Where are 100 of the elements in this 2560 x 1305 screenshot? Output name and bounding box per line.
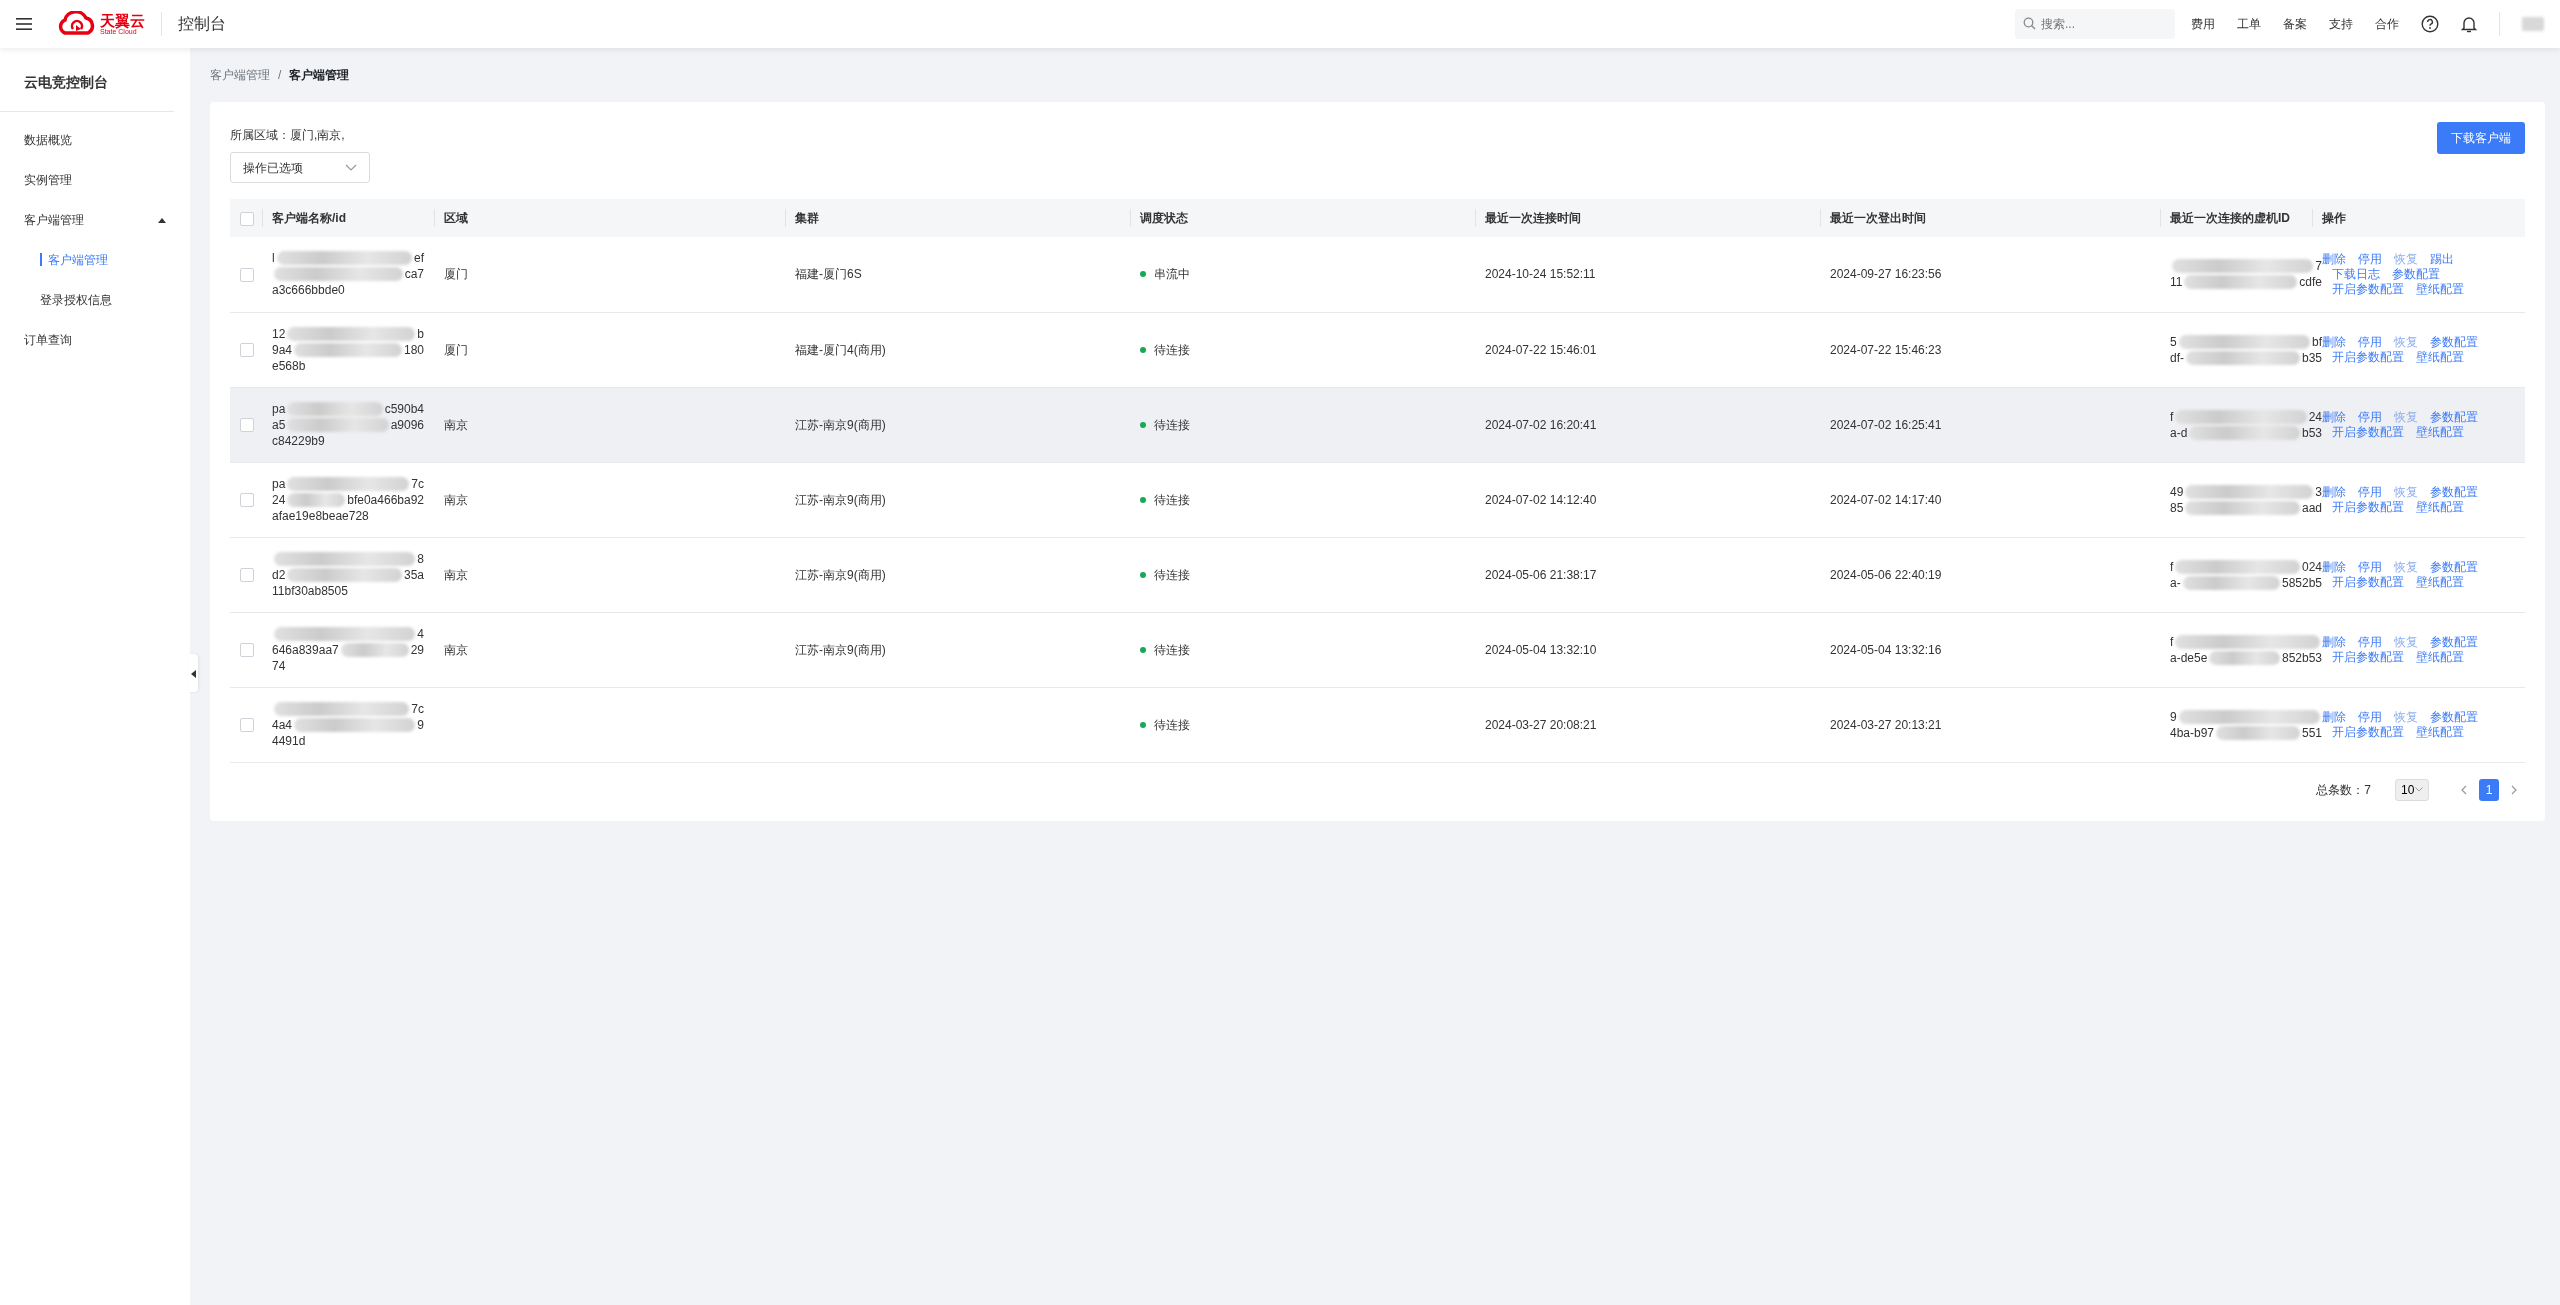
download-client-button[interactable]: 下载客户端 bbox=[2437, 122, 2525, 154]
column-header: 集群 bbox=[785, 199, 1130, 237]
table-cell: 2024-07-02 14:17:40 bbox=[1830, 492, 1942, 507]
action-link[interactable]: 删除 bbox=[2322, 559, 2346, 575]
action-link[interactable]: 停用 bbox=[2358, 334, 2382, 350]
id-text: cdfe bbox=[2299, 274, 2322, 291]
id-text: 9 bbox=[2170, 708, 2177, 725]
action-link[interactable]: 开启参数配置 bbox=[2332, 649, 2404, 665]
action-link[interactable]: 开启参数配置 bbox=[2332, 281, 2404, 297]
action-link[interactable]: 删除 bbox=[2322, 409, 2346, 425]
action-link[interactable]: 壁纸配置 bbox=[2416, 281, 2464, 297]
id-text: 24 bbox=[272, 491, 286, 508]
nav-link[interactable]: 备案 bbox=[2283, 15, 2307, 33]
redaction-mark bbox=[2522, 17, 2544, 31]
id-text: d2 bbox=[272, 566, 286, 583]
action-link[interactable]: 停用 bbox=[2358, 559, 2382, 575]
nav-link[interactable]: 支持 bbox=[2329, 15, 2353, 33]
status-text: 待连接 bbox=[1154, 716, 1190, 734]
row-checkbox[interactable] bbox=[240, 268, 254, 283]
row-checkbox[interactable] bbox=[240, 418, 254, 433]
action-link[interactable]: 壁纸配置 bbox=[2416, 424, 2464, 440]
row-checkbox[interactable] bbox=[240, 568, 254, 583]
action-link[interactable]: 开启参数配置 bbox=[2332, 424, 2404, 440]
bell-icon[interactable] bbox=[2461, 15, 2477, 33]
action-link[interactable]: 删除 bbox=[2322, 334, 2346, 350]
nav-link[interactable]: 合作 bbox=[2375, 15, 2399, 33]
sidebar-item[interactable]: 客户端管理 bbox=[0, 200, 190, 240]
id-text: a- bbox=[2170, 574, 2181, 591]
select-all-checkbox[interactable] bbox=[240, 211, 254, 226]
action-link[interactable]: 删除 bbox=[2322, 634, 2346, 650]
action-link[interactable]: 开启参数配置 bbox=[2332, 724, 2404, 740]
operation-dropdown[interactable]: 操作已选项 bbox=[230, 152, 370, 183]
action-link[interactable]: 参数配置 bbox=[2430, 409, 2478, 425]
sidebar-item[interactable]: 订单查询 bbox=[0, 320, 190, 360]
action-link[interactable]: 停用 bbox=[2358, 634, 2382, 650]
status-text: 待连接 bbox=[1154, 641, 1190, 659]
action-link[interactable]: 开启参数配置 bbox=[2332, 574, 2404, 590]
action-link[interactable]: 壁纸配置 bbox=[2416, 499, 2464, 515]
row-checkbox[interactable] bbox=[240, 343, 254, 358]
help-icon[interactable] bbox=[2421, 15, 2439, 33]
action-link[interactable]: 删除 bbox=[2322, 709, 2346, 725]
page-size-select[interactable]: 10 bbox=[2395, 778, 2429, 801]
action-link[interactable]: 壁纸配置 bbox=[2416, 724, 2464, 740]
sidebar-item[interactable]: 实例管理 bbox=[0, 160, 190, 200]
action-link[interactable]: 壁纸配置 bbox=[2416, 649, 2464, 665]
action-link[interactable]: 参数配置 bbox=[2392, 266, 2440, 282]
breadcrumb-item: 客户端管理 bbox=[289, 67, 350, 84]
action-link[interactable]: 参数配置 bbox=[2430, 709, 2478, 725]
action-link[interactable]: 壁纸配置 bbox=[2416, 574, 2464, 590]
row-checkbox[interactable] bbox=[240, 493, 254, 508]
row-checkbox[interactable] bbox=[240, 643, 254, 658]
id-text: a3c666bbde0 bbox=[272, 282, 345, 299]
table-cell: 南京 bbox=[444, 492, 468, 507]
status-text: 串流中 bbox=[1154, 266, 1190, 284]
menu-icon[interactable] bbox=[16, 17, 32, 31]
breadcrumb-item[interactable]: 客户端管理 bbox=[210, 66, 270, 84]
sidebar-item[interactable]: 登录授权信息 bbox=[0, 280, 190, 320]
action-link[interactable]: 参数配置 bbox=[2430, 559, 2478, 575]
row-checkbox[interactable] bbox=[240, 718, 254, 733]
page-button[interactable]: 1 bbox=[2479, 778, 2499, 801]
id-text: 4 bbox=[417, 625, 424, 642]
action-link[interactable]: 下载日志 bbox=[2332, 266, 2380, 282]
sidebar-title: 云电竞控制台 bbox=[0, 48, 174, 112]
action-link[interactable]: 壁纸配置 bbox=[2416, 349, 2464, 365]
action-link[interactable]: 开启参数配置 bbox=[2332, 349, 2404, 365]
id-text: ef bbox=[414, 250, 424, 267]
id-text: 3 bbox=[2315, 483, 2322, 500]
id-text: 9 bbox=[417, 716, 424, 733]
table-cell: 江苏-南京9(商用) bbox=[795, 417, 886, 432]
action-link[interactable]: 停用 bbox=[2358, 251, 2382, 267]
action-link[interactable]: 踢出 bbox=[2430, 251, 2454, 267]
id-text: f bbox=[2170, 633, 2174, 650]
table-cell: 2024-07-22 15:46:01 bbox=[1485, 342, 1597, 357]
action-link[interactable]: 删除 bbox=[2322, 251, 2346, 267]
search-field[interactable]: 搜索... bbox=[2015, 9, 2175, 39]
collapse-handle[interactable] bbox=[188, 654, 198, 692]
table-cell: 江苏-南京9(商用) bbox=[795, 492, 886, 507]
table-cell: 2024-05-06 22:40:19 bbox=[1830, 567, 1942, 582]
id-text: 74 bbox=[272, 657, 286, 674]
status-text: 待连接 bbox=[1154, 416, 1190, 434]
action-link[interactable]: 停用 bbox=[2358, 409, 2382, 425]
id-text: bfe0a466ba92 bbox=[347, 491, 424, 508]
action-link[interactable]: 参数配置 bbox=[2430, 334, 2478, 350]
nav-link[interactable]: 费用 bbox=[2191, 15, 2215, 33]
action-link[interactable]: 删除 bbox=[2322, 484, 2346, 500]
table-cell: 南京 bbox=[444, 642, 468, 657]
column-header: 客户端名称/id bbox=[262, 199, 434, 237]
logo-title: 天翼云 bbox=[100, 13, 145, 28]
column-header: 最近一次登出时间 bbox=[1820, 199, 2160, 237]
action-link[interactable]: 停用 bbox=[2358, 484, 2382, 500]
id-text: 24 bbox=[2308, 408, 2322, 425]
nav-link[interactable]: 工单 bbox=[2237, 15, 2261, 33]
action-link[interactable]: 参数配置 bbox=[2430, 634, 2478, 650]
sidebar-item[interactable]: 数据概览 bbox=[0, 120, 190, 160]
id-text: 49 bbox=[2170, 483, 2184, 500]
column-header: 区域 bbox=[434, 199, 785, 237]
action-link[interactable]: 开启参数配置 bbox=[2332, 499, 2404, 515]
action-link[interactable]: 参数配置 bbox=[2430, 484, 2478, 500]
action-link[interactable]: 停用 bbox=[2358, 709, 2382, 725]
sidebar-item[interactable]: 客户端管理 bbox=[0, 240, 190, 280]
